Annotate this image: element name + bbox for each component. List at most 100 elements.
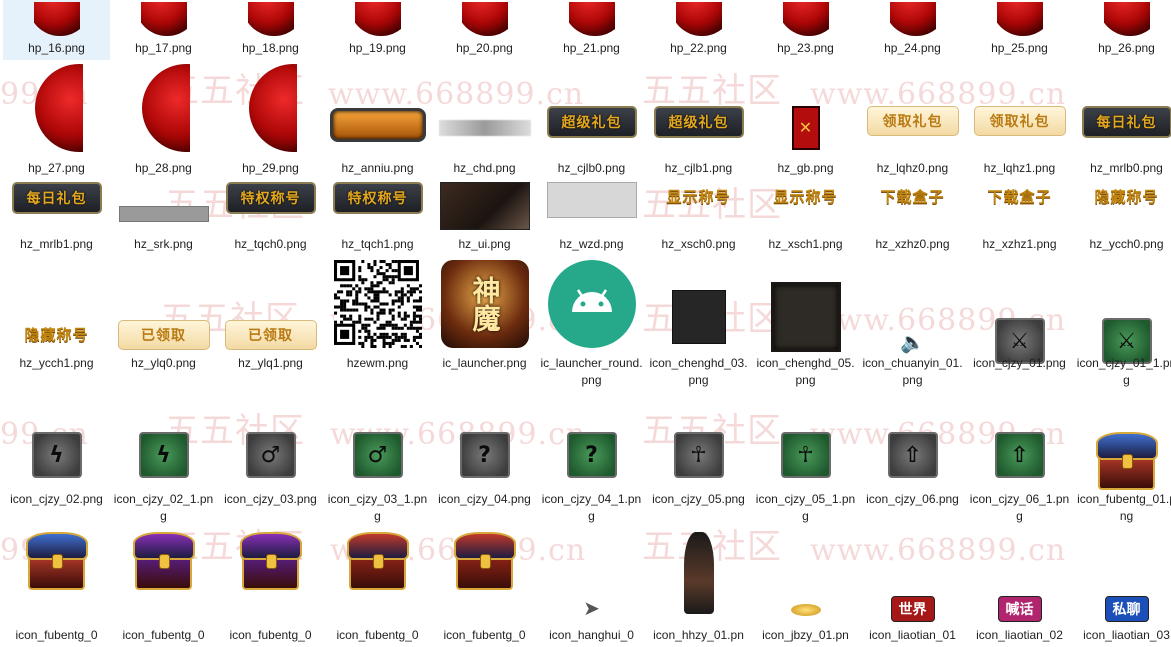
- file-name-label: hz_ylq1.png: [238, 356, 303, 370]
- file-item[interactable]: ☥ icon_cjzy_05_1.png: [752, 394, 859, 530]
- file-item[interactable]: ♂ icon_cjzy_03_1.png: [324, 394, 431, 530]
- cursor-graphic: ➤: [583, 598, 600, 620]
- file-item[interactable]: 隐藏称号 hz_ycch1.png: [3, 258, 110, 394]
- file-item[interactable]: icon_fubentg_0: [431, 530, 538, 647]
- file-item[interactable]: hp_20.png: [431, 0, 538, 60]
- red-moon-graphic: [889, 2, 936, 36]
- file-item[interactable]: ♂ icon_cjzy_03.png: [217, 394, 324, 530]
- file-name-label: hz_anniu.png: [341, 161, 414, 175]
- green-stone-graphic: ☥: [780, 432, 831, 478]
- file-name-label: icon_liaotian_03: [1083, 628, 1170, 642]
- file-item[interactable]: ➤ icon_hanghui_0: [538, 530, 645, 647]
- file-item[interactable]: hp_19.png: [324, 0, 431, 60]
- file-item[interactable]: ⇧ icon_cjzy_06.png: [859, 394, 966, 530]
- gold-plaque-icon: 已领取: [110, 260, 217, 352]
- gold-plaque-icon: 已领取: [217, 260, 324, 352]
- file-name-label: icon_fubentg_0: [229, 628, 312, 642]
- file-item[interactable]: hp_21.png: [538, 0, 645, 60]
- file-name-label: hp_22.png: [670, 41, 727, 55]
- file-item[interactable]: hzewm.png: [324, 258, 431, 394]
- file-item[interactable]: icon_chenghd_05.png: [752, 258, 859, 394]
- file-item[interactable]: icon_chenghd_03.png: [645, 258, 752, 394]
- file-item[interactable]: hz_anniu.png: [324, 62, 431, 180]
- file-item[interactable]: hp_16.png: [3, 0, 110, 60]
- green-stone-sword-icon: ⚔: [1073, 260, 1171, 364]
- moon-shape: [33, 2, 80, 36]
- file-item[interactable]: 🔈 icon_chuanyin_01.png: [859, 258, 966, 394]
- file-item[interactable]: ϟ icon_cjzy_02_1.png: [110, 394, 217, 530]
- red-moon-graphic: [33, 2, 80, 36]
- file-item[interactable]: icon_fubentg_0: [110, 530, 217, 647]
- file-item[interactable]: ? icon_cjzy_04.png: [431, 394, 538, 530]
- moon-shape: [782, 2, 829, 36]
- file-name-label: ic_launcher.png: [442, 356, 527, 370]
- file-item[interactable]: 隐藏称号 hz_ycch0.png: [1073, 180, 1171, 256]
- file-item[interactable]: ? icon_cjzy_04_1.png: [538, 394, 645, 530]
- file-name-label: hz_ycch1.png: [19, 356, 94, 370]
- file-name-label: hz_ylq0.png: [131, 356, 196, 370]
- gold-text-icon: 显示称号: [752, 182, 859, 234]
- file-item[interactable]: ✕ hz_gb.png: [752, 62, 859, 180]
- file-name-label: icon_cjzy_01_1.png: [1076, 356, 1171, 387]
- grey-stone-graphic: ?: [459, 432, 510, 478]
- file-item[interactable]: 领取礼包 hz_lqhz1.png: [966, 62, 1073, 180]
- file-item[interactable]: 每日礼包 hz_mrlb1.png: [3, 180, 110, 256]
- file-item[interactable]: hp_17.png: [110, 0, 217, 60]
- file-item[interactable]: 领取礼包 hz_lqhz0.png: [859, 62, 966, 180]
- file-item[interactable]: 特权称号 hz_tqch1.png: [324, 180, 431, 256]
- file-item[interactable]: icon_fubentg_0: [324, 530, 431, 647]
- file-item[interactable]: ⇧ icon_cjzy_06_1.png: [966, 394, 1073, 530]
- file-name-label: icon_jbzy_01.pn: [762, 628, 849, 642]
- file-item[interactable]: icon_jbzy_01.pn: [752, 530, 859, 647]
- file-name-label: icon_cjzy_06.png: [866, 492, 959, 506]
- file-item[interactable]: hp_25.png: [966, 0, 1073, 60]
- file-item[interactable]: 超级礼包 hz_cjlb0.png: [538, 62, 645, 180]
- file-item[interactable]: icon_fubentg_01.png: [1073, 394, 1171, 530]
- file-item[interactable]: hp_28.png: [110, 62, 217, 180]
- file-item[interactable]: hp_24.png: [859, 0, 966, 60]
- file-item[interactable]: ϟ icon_cjzy_02.png: [3, 394, 110, 530]
- file-item[interactable]: ⚔ icon_cjzy_01_1.png: [1073, 258, 1171, 394]
- file-item[interactable]: hz_srk.png: [110, 180, 217, 256]
- file-item[interactable]: 显示称号 hz_xsch1.png: [752, 180, 859, 256]
- gold-text-icon: 隐藏称号: [1073, 182, 1171, 234]
- file-item[interactable]: 喊话 icon_liaotian_02: [966, 530, 1073, 647]
- file-item[interactable]: icon_fubentg_0: [3, 530, 110, 647]
- file-item[interactable]: ☥ icon_cjzy_05.png: [645, 394, 752, 530]
- file-item[interactable]: 特权称号 hz_tqch0.png: [217, 180, 324, 256]
- file-item[interactable]: hp_29.png: [217, 62, 324, 180]
- file-item[interactable]: 已领取 hz_ylq1.png: [217, 258, 324, 394]
- file-name-label: icon_cjzy_05_1.png: [755, 492, 856, 523]
- file-item[interactable]: hp_26.png: [1073, 0, 1171, 60]
- file-name-label: hz_lqhz1.png: [983, 161, 1056, 175]
- file-item[interactable]: 下载盒子 hz_xzhz1.png: [966, 180, 1073, 256]
- file-item[interactable]: 神魔 ic_launcher.png: [431, 258, 538, 394]
- file-item[interactable]: hz_chd.png: [431, 62, 538, 180]
- file-item[interactable]: 超级礼包 hz_cjlb1.png: [645, 62, 752, 180]
- file-item[interactable]: 私聊 icon_liaotian_03: [1073, 530, 1171, 647]
- file-item[interactable]: ⚔ icon_cjzy_01.png: [966, 258, 1073, 394]
- green-stone-arrow-icon: ⇧: [966, 432, 1073, 492]
- file-name-label: icon_liaotian_01: [869, 628, 956, 642]
- file-item[interactable]: 世界 icon_liaotian_01: [859, 530, 966, 647]
- file-item[interactable]: hp_23.png: [752, 0, 859, 60]
- file-item[interactable]: hz_wzd.png: [538, 180, 645, 256]
- file-item[interactable]: icon_fubentg_0: [217, 530, 324, 647]
- red-chest-icon: [431, 532, 538, 624]
- file-item[interactable]: hz_ui.png: [431, 180, 538, 256]
- red-moon-icon: [538, 0, 645, 36]
- file-row: hp_27.png hp_28.png hp_29.png hz_anniu.png h…: [0, 62, 1171, 180]
- file-item[interactable]: 已领取 hz_ylq0.png: [110, 258, 217, 394]
- file-item[interactable]: 每日礼包 hz_mrlb0.png: [1073, 62, 1171, 180]
- file-item[interactable]: hp_22.png: [645, 0, 752, 60]
- red-moon-graphic: [568, 2, 615, 36]
- file-item[interactable]: hp_27.png: [3, 62, 110, 180]
- file-item[interactable]: 下载盒子 hz_xzhz0.png: [859, 180, 966, 256]
- moon-shape: [141, 64, 190, 152]
- file-item[interactable]: icon_hhzy_01.pn: [645, 530, 752, 647]
- file-item[interactable]: hp_18.png: [217, 0, 324, 60]
- file-item[interactable]: 显示称号 hz_xsch0.png: [645, 180, 752, 256]
- file-name-label: icon_fubentg_0: [122, 628, 205, 642]
- file-item[interactable]: ic_launcher_round.png: [538, 258, 645, 394]
- purple-chest-graphic: [239, 532, 302, 590]
